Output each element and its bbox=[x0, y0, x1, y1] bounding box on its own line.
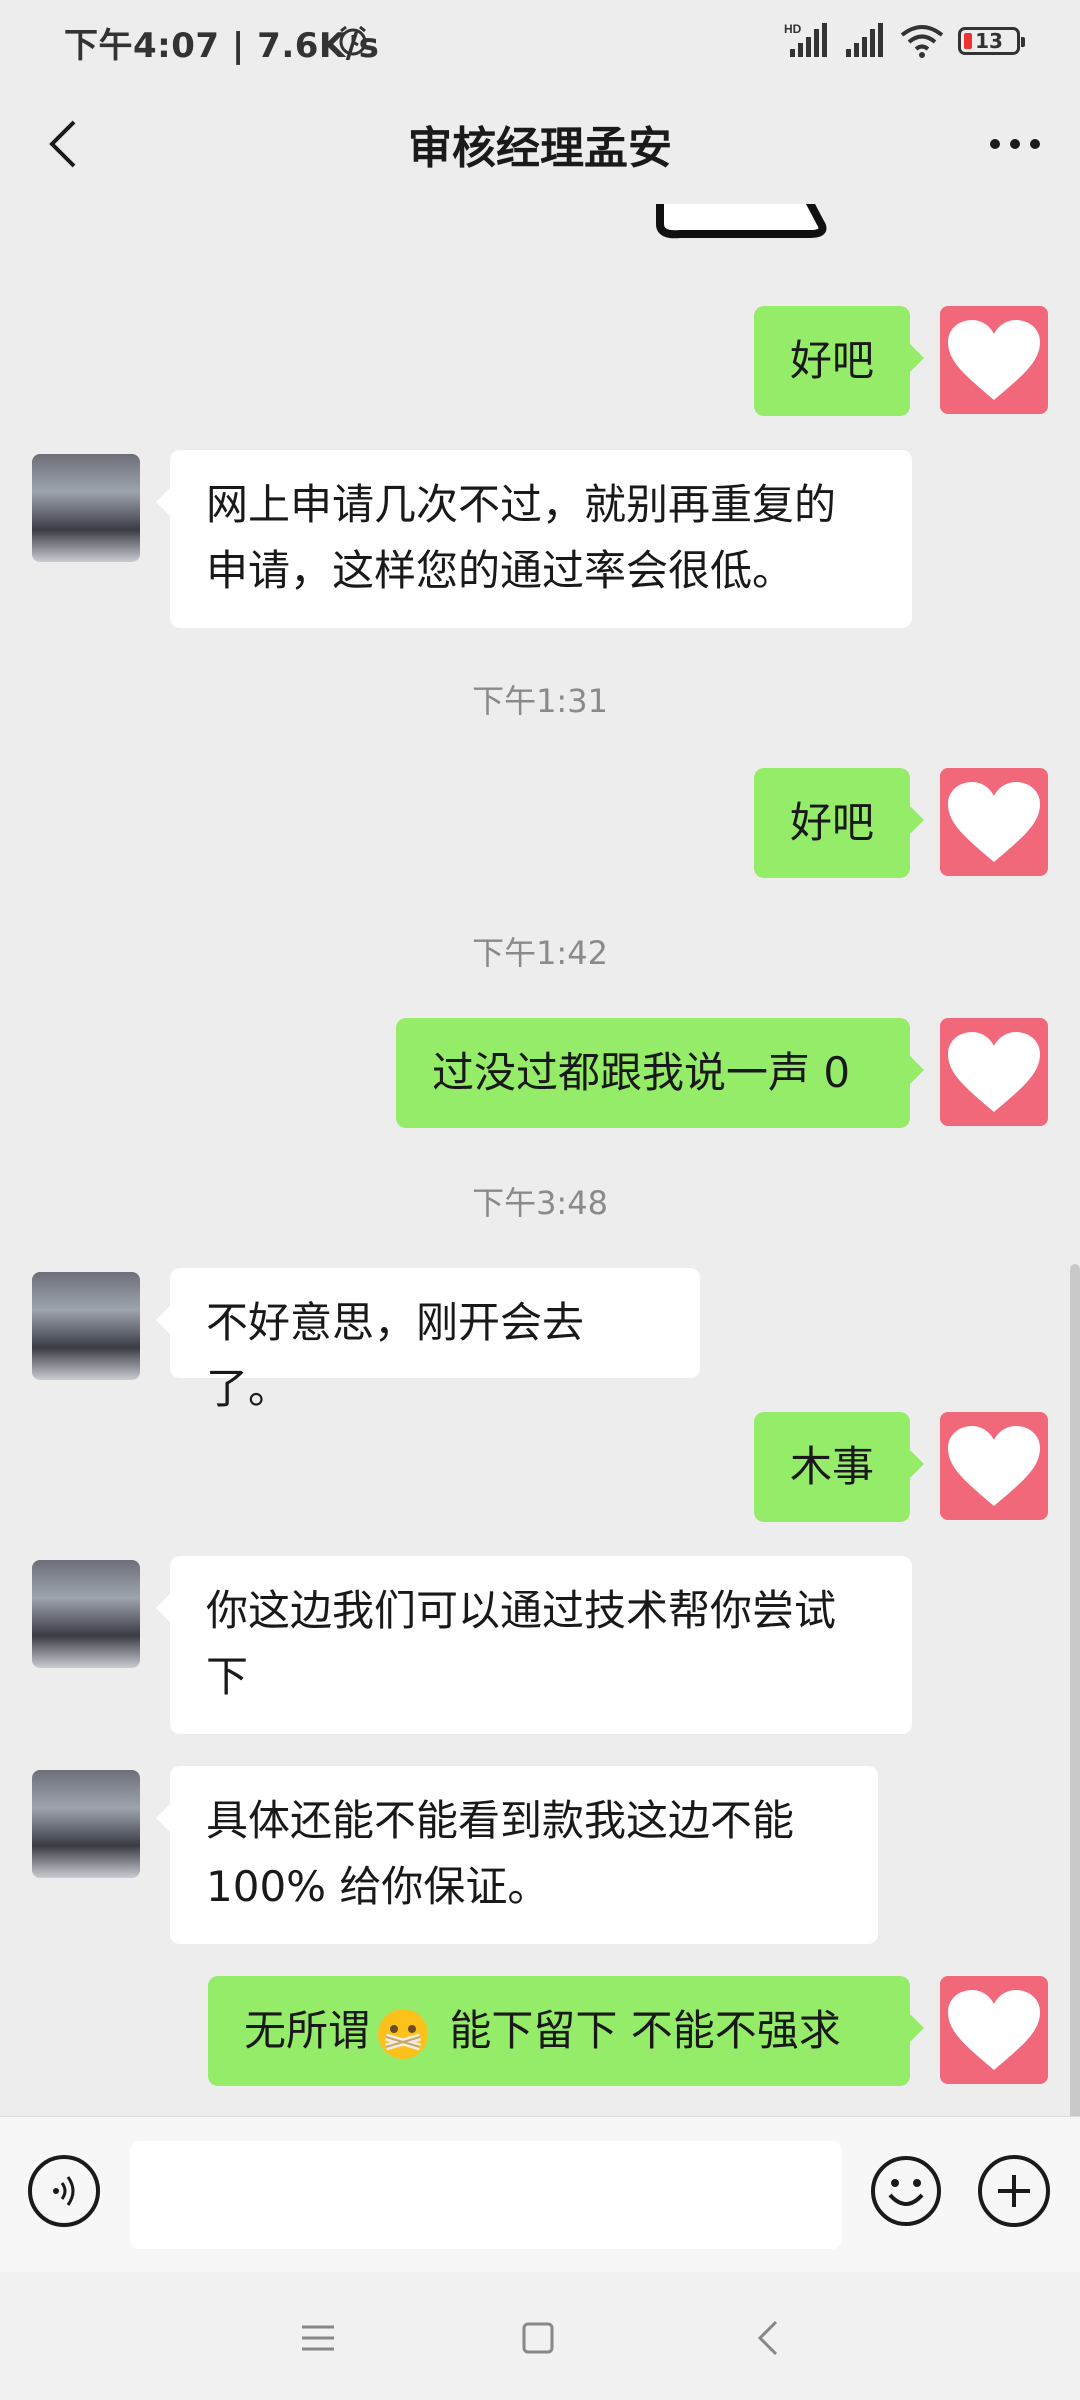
system-nav-bar bbox=[0, 2272, 1080, 2400]
smiley-icon[interactable] bbox=[870, 2155, 942, 2227]
hd-signal-icon: HD bbox=[784, 22, 827, 57]
message-text-line: 申请，这样您的通过率会很低。 bbox=[206, 546, 795, 595]
contact-avatar[interactable] bbox=[32, 1770, 140, 1878]
message-text-line: 100% 给你保证。 bbox=[206, 1862, 550, 1911]
more-dots-icon bbox=[990, 139, 1040, 149]
plus-button[interactable] bbox=[978, 2155, 1050, 2227]
message-text-line: 下 bbox=[206, 1652, 249, 1701]
outgoing-message-bubble[interactable]: 木事 bbox=[754, 1412, 924, 1522]
incoming-message-bubble[interactable]: 不好意思，刚开会去了。 bbox=[156, 1268, 700, 1413]
voice-icon bbox=[53, 2176, 75, 2206]
message-timestamp: 下午1:42 bbox=[472, 934, 608, 972]
alarm-icon bbox=[339, 25, 367, 56]
message-text-line: 你这边我们可以通过技术帮你尝试 bbox=[206, 1586, 837, 1635]
message-text: 过没过都跟我说一声 0 bbox=[432, 1048, 851, 1097]
svg-text:HD: HD bbox=[784, 22, 802, 36]
scrollbar[interactable] bbox=[1070, 1264, 1080, 2116]
outgoing-message-bubble[interactable]: 好吧 bbox=[754, 768, 924, 878]
plus-icon bbox=[998, 2175, 1030, 2207]
outgoing-message-bubble[interactable]: 过没过都跟我说一声 0 bbox=[396, 1018, 924, 1128]
battery-level: 13 bbox=[975, 29, 1003, 53]
menu-icon bbox=[302, 2325, 334, 2351]
heart-icon bbox=[948, 320, 1040, 400]
message-text: 木事 bbox=[790, 1442, 875, 1491]
wifi-icon bbox=[900, 25, 944, 58]
more-button[interactable] bbox=[980, 106, 1050, 182]
self-avatar[interactable] bbox=[940, 768, 1048, 876]
incoming-message-bubble[interactable]: 网上申请几次不过，就别再重复的 申请，这样您的通过率会很低。 bbox=[156, 450, 912, 628]
chat-header: 审核经理孟安 bbox=[0, 84, 1080, 204]
contact-avatar[interactable] bbox=[32, 1560, 140, 1668]
chat-area[interactable]: 好吧 网上申请几次不过，就别再重复的 申请，这样您的通过率会很低。 下午1:31… bbox=[0, 204, 1080, 2116]
status-bar: 下午4:07 | 7.6K/s HD 13 bbox=[0, 0, 1080, 84]
input-bar bbox=[0, 2116, 1080, 2273]
message-text: 无所谓 bbox=[244, 2006, 371, 2055]
chat-title: 审核经理孟安 bbox=[408, 123, 672, 174]
self-avatar[interactable] bbox=[940, 1976, 1048, 2084]
message-text-line: 网上申请几次不过，就别再重复的 bbox=[206, 480, 837, 529]
message-text: 好吧 bbox=[790, 336, 875, 385]
heart-icon bbox=[948, 782, 1040, 862]
message-text: 不好意思，刚开会去了。 bbox=[206, 1298, 585, 1413]
self-avatar[interactable] bbox=[940, 306, 1048, 414]
heart-icon bbox=[948, 1426, 1040, 1506]
message-timestamp: 下午3:48 bbox=[472, 1184, 608, 1222]
battery-icon: 13 bbox=[958, 27, 1025, 55]
home-square-icon bbox=[522, 2322, 554, 2354]
message-text-line: 具体还能不能看到款我这边不能 bbox=[206, 1796, 795, 1845]
self-avatar[interactable] bbox=[940, 1018, 1048, 1126]
incoming-message-bubble[interactable]: 你这边我们可以通过技术帮你尝试 下 bbox=[156, 1556, 912, 1734]
message-input[interactable] bbox=[130, 2141, 842, 2249]
heart-icon bbox=[948, 1032, 1040, 1112]
zipper-mouth-emoji bbox=[378, 2008, 429, 2059]
outgoing-message-bubble[interactable]: 好吧 bbox=[754, 306, 924, 416]
menu-button[interactable] bbox=[288, 2308, 348, 2368]
outgoing-message-bubble[interactable]: 无所谓 能下留下 不能不强求 bbox=[208, 1976, 924, 2086]
status-time-speed: 下午4:07 | 7.6K/s bbox=[64, 26, 380, 66]
home-button[interactable] bbox=[508, 2308, 568, 2368]
back-triangle-icon bbox=[757, 2320, 778, 2356]
incoming-message-bubble[interactable]: 具体还能不能看到款我这边不能 100% 给你保证。 bbox=[156, 1766, 878, 1944]
contact-avatar[interactable] bbox=[32, 1272, 140, 1380]
self-avatar[interactable] bbox=[940, 1412, 1048, 1520]
signal-icon bbox=[846, 23, 883, 57]
sticker-image[interactable] bbox=[650, 204, 830, 254]
heart-icon bbox=[948, 1990, 1040, 2070]
contact-avatar[interactable] bbox=[32, 454, 140, 562]
system-back-button[interactable] bbox=[738, 2308, 798, 2368]
voice-button[interactable] bbox=[28, 2155, 100, 2227]
message-timestamp: 下午1:31 bbox=[472, 682, 608, 720]
message-text: 能下留下 不能不强求 bbox=[436, 2006, 841, 2055]
message-text: 好吧 bbox=[790, 798, 875, 847]
